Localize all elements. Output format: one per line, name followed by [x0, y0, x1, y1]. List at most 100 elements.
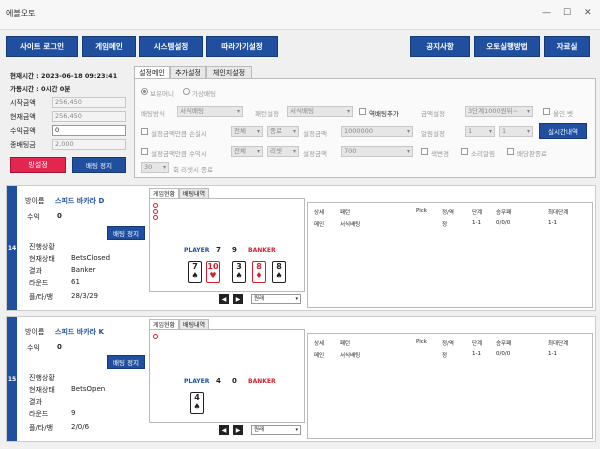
- current-time: 현재시간 : 2023-06-18 09:23:41: [10, 72, 118, 80]
- loss-scope-select[interactable]: 전체: [231, 126, 263, 137]
- state-value: BetsClosed: [71, 254, 111, 262]
- close-icon[interactable]: ✕: [584, 8, 592, 18]
- alarm-select-1[interactable]: 1: [465, 126, 495, 137]
- close-bet-label: 종배팅금: [10, 141, 36, 149]
- profit-checkbox[interactable]: [141, 148, 148, 155]
- realtime-history-button[interactable]: 실시간내역: [539, 123, 587, 139]
- tab-game-status[interactable]: 게임현황: [149, 319, 179, 329]
- title-bar: 에볼오토 — ☐ ✕: [0, 0, 600, 30]
- banker-label: BANKER: [248, 378, 276, 385]
- bet-grid: 상세 패턴 Pick 정/역 단계 승무패 최대단계 메인 서식배팅 정 1-1…: [307, 333, 593, 439]
- loss-checkbox[interactable]: [141, 128, 148, 135]
- room-panel: 14 방이름 스피드 바카라 D 수익 0 배팅 정지 진행상황 현재상태 Be…: [6, 185, 596, 311]
- grid-cell: 1-1: [472, 351, 481, 357]
- loss-label: 설정금액만큼 손실시: [151, 130, 207, 138]
- result-value: Banker: [71, 266, 96, 274]
- pattern-select[interactable]: 서식배팅: [287, 106, 353, 117]
- progress-label: 진행상황: [29, 243, 55, 251]
- loss-action-select[interactable]: 종료: [267, 126, 299, 137]
- round-value: 9: [71, 409, 76, 417]
- follow-settings-button[interactable]: 따라가기설정: [206, 36, 278, 57]
- start-amount-field: 256,450: [52, 97, 126, 108]
- room-bet-stop-button[interactable]: 배팅 정지: [107, 355, 145, 369]
- round-value: 61: [71, 278, 80, 286]
- progress-label: 진행상황: [29, 374, 55, 382]
- grid-header: 승무패: [496, 210, 512, 216]
- grid-header: Pick: [416, 339, 427, 345]
- owned-money-radio[interactable]: [141, 88, 148, 95]
- next-arrow-icon[interactable]: ▶: [233, 294, 243, 304]
- profit-amount-field[interactable]: 700: [341, 146, 413, 157]
- next-arrow-icon[interactable]: ▶: [233, 425, 243, 435]
- start-amount-label: 시작금액: [10, 99, 36, 107]
- playing-card: 10 ♥: [206, 261, 220, 283]
- profit-field[interactable]: 0: [52, 125, 126, 136]
- grid-header: 패턴: [340, 341, 351, 347]
- profit-amount-label: 설정금액: [303, 150, 327, 158]
- amount-select[interactable]: 3단계1000원뒤~: [465, 106, 533, 117]
- grid-cell: 1-1: [548, 220, 557, 226]
- tab-bet-history[interactable]: 배팅내역: [179, 319, 209, 329]
- road-marker: [153, 334, 158, 339]
- all-in-checkbox[interactable]: [543, 108, 550, 115]
- auto-howto-button[interactable]: 오토실행방법: [474, 36, 540, 57]
- view-select[interactable]: 원래: [251, 294, 301, 304]
- alarm-select-2[interactable]: 1: [499, 126, 533, 137]
- running-time: 가동시간 : 0시간 0분: [10, 85, 71, 93]
- loss-amount-field[interactable]: 1000000: [341, 126, 413, 137]
- profit-scope-select[interactable]: 전체: [231, 146, 263, 157]
- grid-cell: 0/0/0: [496, 351, 511, 357]
- prev-arrow-icon[interactable]: ◀: [219, 294, 229, 304]
- room-name: 스피드 바카라 D: [55, 197, 105, 205]
- info-panel: 현재시간 : 2023-06-18 09:23:41 가동시간 : 0시간 0분…: [6, 66, 130, 178]
- bet-grid: 상세 패턴 Pick 정/역 단계 승무패 최대단계 메인 서식배팅 정 1-1…: [307, 202, 593, 308]
- bet-method-select[interactable]: 서식배팅: [177, 106, 243, 117]
- bet-stop-button[interactable]: 배팅 정지: [72, 157, 126, 173]
- room-panel: 15 방이름 스피드 바카라 K 수익 0 배팅 정지 진행상황 현재상태 Be…: [6, 316, 596, 442]
- sound-alarm-checkbox[interactable]: [461, 148, 468, 155]
- grid-header: 정/역: [442, 341, 454, 347]
- grid-cell: 서식배팅: [340, 353, 361, 359]
- stats-value: 28/3/29: [71, 292, 98, 300]
- room-profit: 0: [57, 343, 62, 351]
- player-score: 4: [216, 377, 221, 385]
- reverse-bet-checkbox[interactable]: [359, 108, 366, 115]
- color-change-checkbox[interactable]: [421, 148, 428, 155]
- banker-score: 9: [232, 246, 237, 254]
- bet-end-checkbox[interactable]: [507, 148, 514, 155]
- reset-suffix-label: 회 리셋시 종료: [173, 166, 214, 174]
- tab-game-status[interactable]: 게임현황: [149, 188, 179, 198]
- game-board: PLAYER 4 0 BANKER 4 ♠: [149, 329, 305, 423]
- color-change-label: 색변경: [431, 150, 449, 158]
- reverse-bet-label: 역배팅추가: [369, 110, 399, 118]
- player-score: 7: [216, 246, 221, 254]
- grid-header: 상세: [314, 341, 325, 347]
- room-settings-button[interactable]: 방설정: [10, 157, 66, 173]
- pattern-label: 패턴설정: [255, 110, 279, 118]
- current-amount-field: 256,450: [52, 111, 126, 122]
- window-title: 에볼오토: [6, 9, 36, 18]
- reset-count-field[interactable]: 30: [141, 162, 169, 173]
- game-main-button[interactable]: 게임메인: [82, 36, 136, 57]
- minimize-icon[interactable]: —: [542, 8, 551, 18]
- room-bet-stop-button[interactable]: 배팅 정지: [107, 226, 145, 240]
- profit-label: 수익금액: [10, 127, 36, 135]
- notice-button[interactable]: 공지사항: [410, 36, 470, 57]
- profit-condition-label: 설정금액만큼 수익시: [151, 150, 207, 158]
- room-profit-label: 수익: [27, 213, 40, 221]
- grid-cell: 정: [442, 353, 448, 359]
- maximize-icon[interactable]: ☐: [563, 8, 571, 18]
- prev-arrow-icon[interactable]: ◀: [219, 425, 229, 435]
- owned-money-label: 보유머니: [150, 90, 174, 98]
- amount-label: 금액설정: [421, 110, 445, 118]
- view-select[interactable]: 원래: [251, 425, 301, 435]
- grid-cell: 메인: [314, 353, 325, 359]
- system-settings-button[interactable]: 시스템설정: [139, 36, 203, 57]
- tab-bet-history[interactable]: 배팅내역: [179, 188, 209, 198]
- grid-cell: 1-1: [472, 220, 481, 226]
- site-login-button[interactable]: 사이트 로그인: [6, 36, 78, 57]
- resources-button[interactable]: 자료실: [544, 36, 590, 57]
- virtual-bet-radio[interactable]: [183, 88, 190, 95]
- profit-action-select[interactable]: 리셋: [267, 146, 299, 157]
- sound-alarm-label: 소리알림: [471, 150, 495, 158]
